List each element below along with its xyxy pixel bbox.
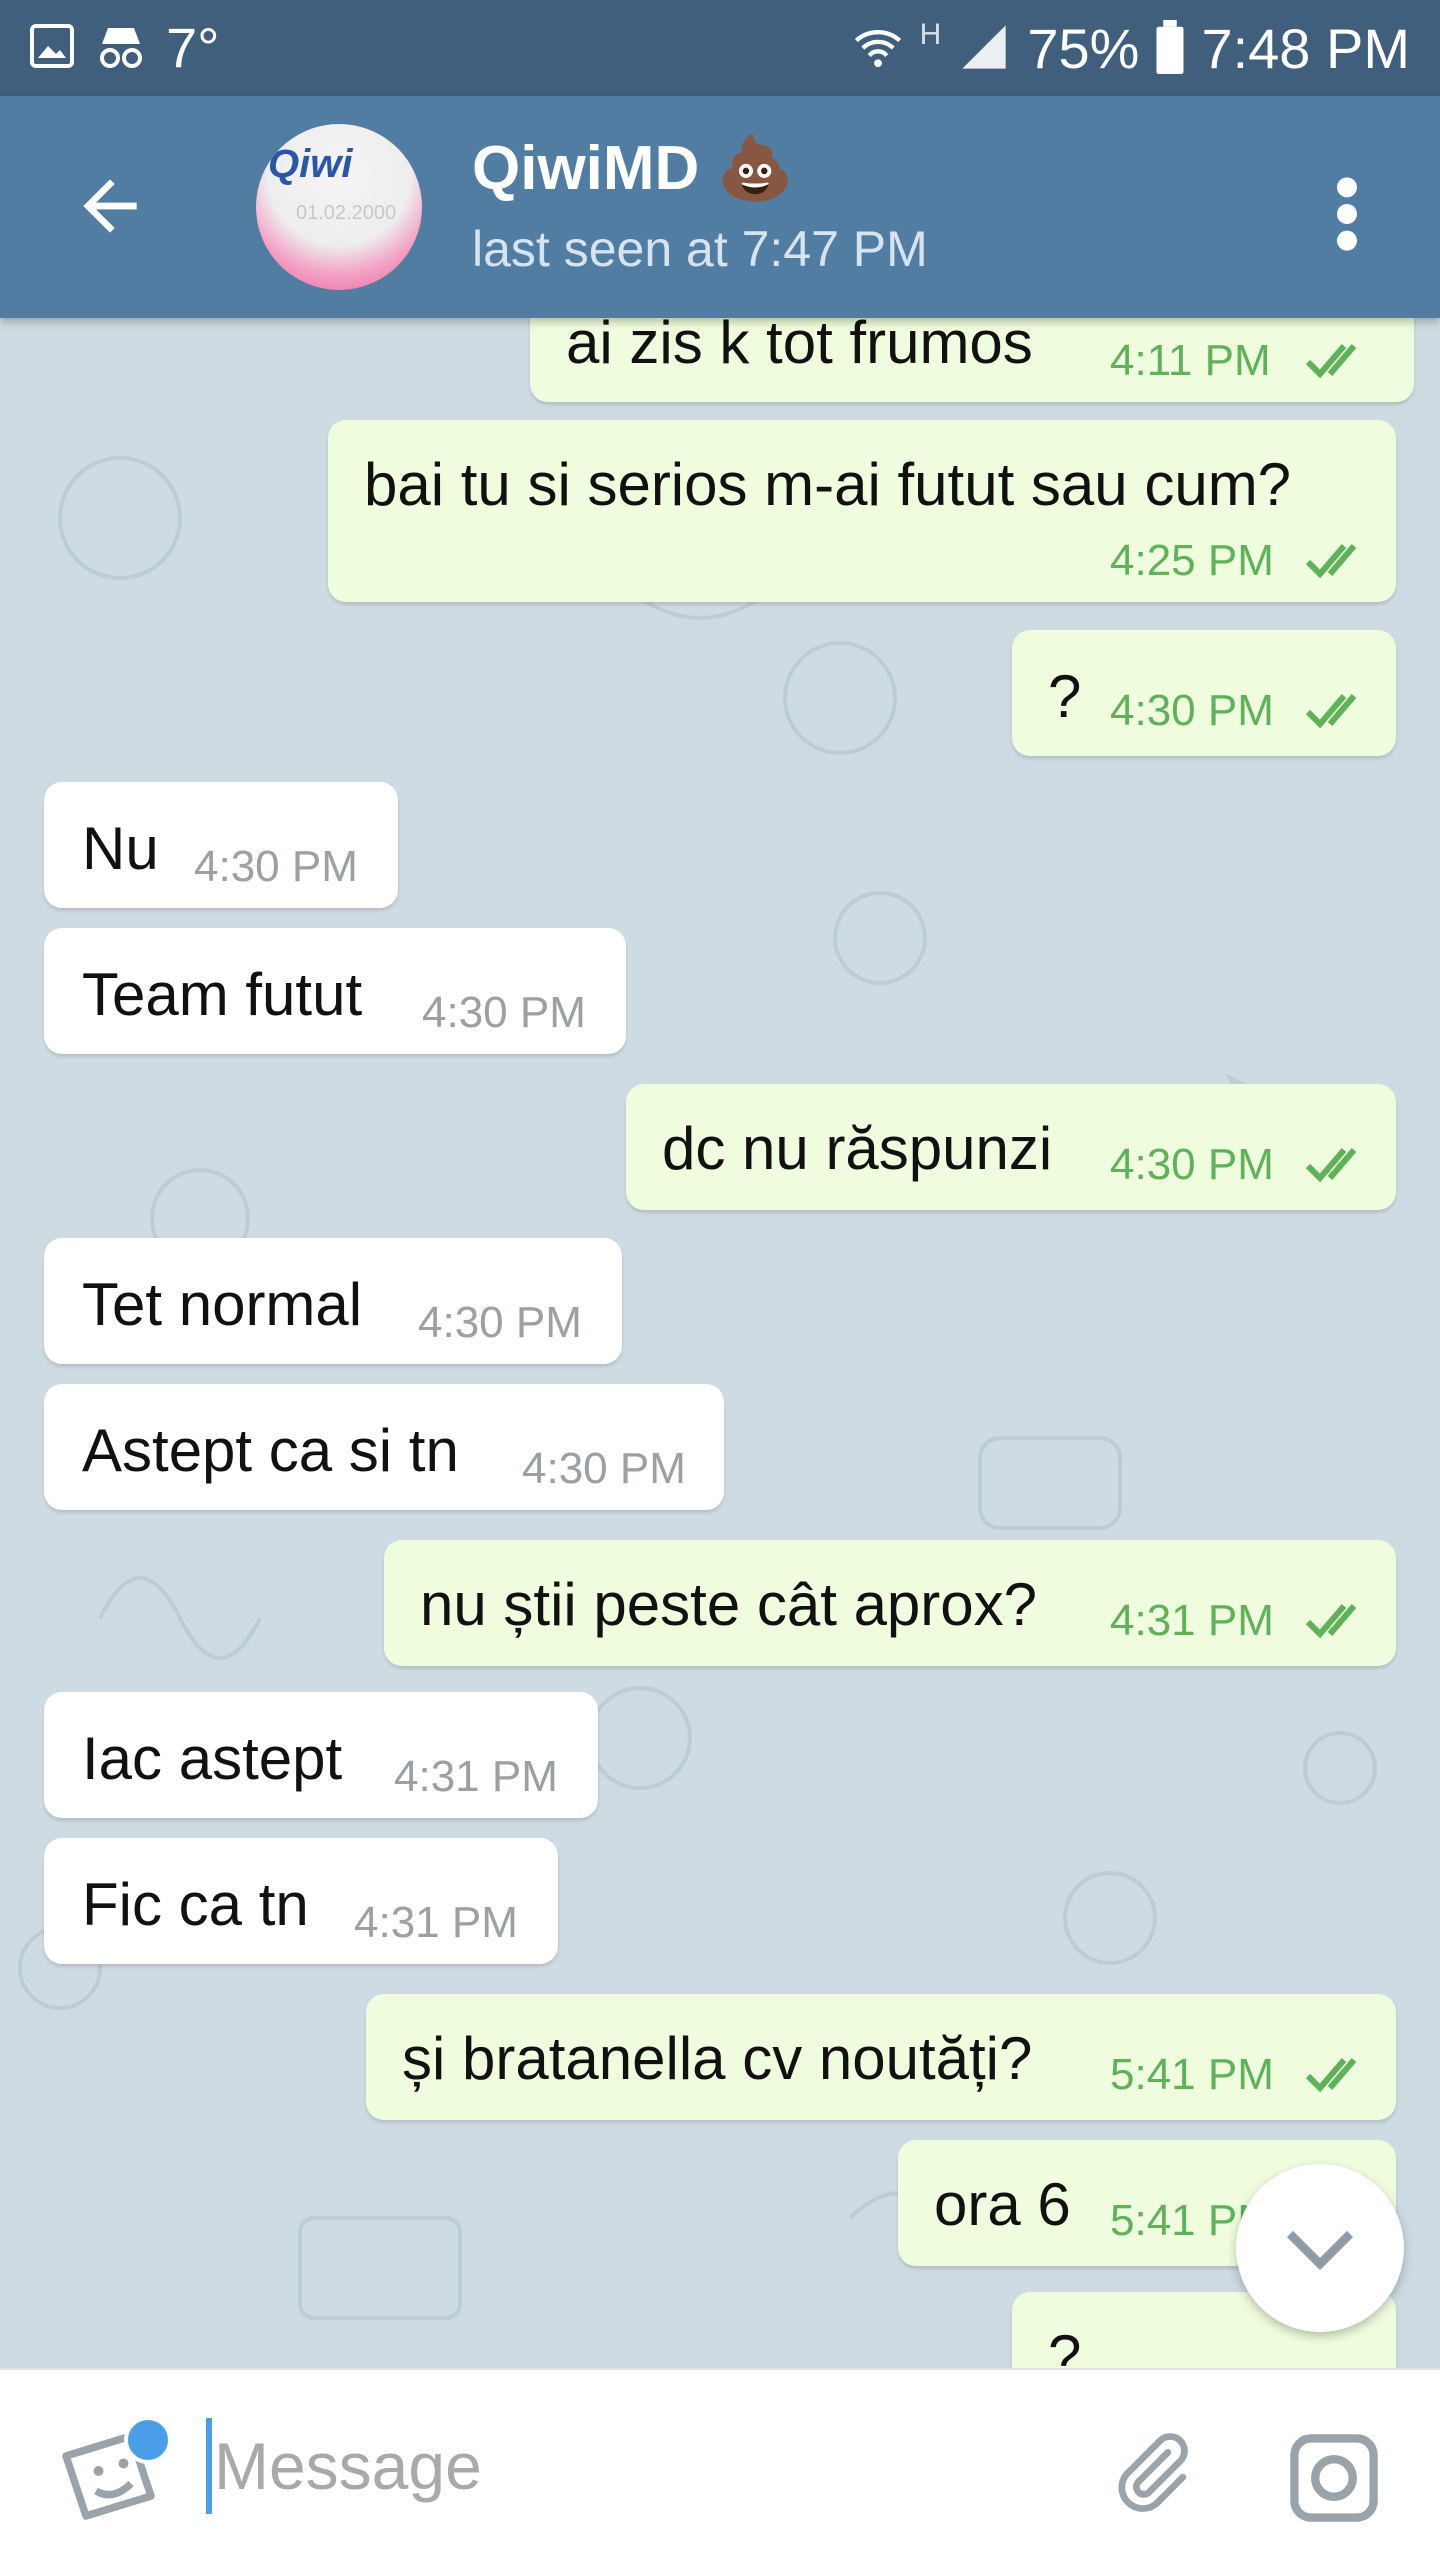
message-text: ? bbox=[1048, 2323, 1082, 2368]
contact-name[interactable]: QiwiMD 💩 bbox=[472, 132, 794, 205]
paperclip-icon[interactable] bbox=[1106, 2428, 1196, 2518]
message-time: 4:25 PM bbox=[1110, 536, 1274, 585]
message-text: Tet normal bbox=[82, 1271, 363, 1338]
double-check-icon bbox=[1304, 2054, 1370, 2099]
battery-icon bbox=[1155, 19, 1185, 79]
message-bubble-outgoing[interactable]: și bratanella cv noutăți? 5:41 PM bbox=[366, 1994, 1396, 2120]
message-text: Astept ca si tn bbox=[82, 1417, 459, 1484]
message-list[interactable]: ai zis k tot frumos 4:11 PM bai tu si se… bbox=[0, 318, 1440, 2368]
message-time: 4:30 PM bbox=[1110, 1140, 1274, 1189]
message-time: 4:31 PM bbox=[1110, 1596, 1274, 1645]
message-text: și bratanella cv noutăți? bbox=[402, 2025, 1033, 2092]
battery-percent: 75% bbox=[1027, 17, 1140, 80]
message-time: 4:30 PM bbox=[194, 842, 358, 891]
message-bubble-incoming[interactable]: Astept ca si tn 4:30 PM bbox=[44, 1384, 724, 1510]
message-bubble-outgoing[interactable]: ? 4:30 PM bbox=[1012, 630, 1396, 756]
message-bubble-incoming[interactable]: Team futut 4:30 PM bbox=[44, 928, 626, 1054]
clock: 7:48 PM bbox=[1201, 17, 1410, 80]
message-text: Nu bbox=[82, 815, 159, 882]
message-time: 4:30 PM bbox=[418, 1298, 582, 1347]
notification-dot bbox=[124, 2416, 172, 2464]
message-bubble-outgoing[interactable]: bai tu si serios m-ai futut sau cum? 4:2… bbox=[328, 420, 1396, 602]
avatar-date: 01.02.2000 bbox=[296, 202, 397, 224]
message-bubble-incoming[interactable]: Iac astept 4:31 PM bbox=[44, 1692, 598, 1818]
message-text: ? bbox=[1048, 663, 1082, 730]
message-bubble-incoming[interactable]: Fic ca tn 4:31 PM bbox=[44, 1838, 558, 1964]
chat-header: Qiwi 01.02.2000 QiwiMD 💩 last seen at 7:… bbox=[0, 96, 1440, 318]
message-text: bai tu si serios m-ai futut sau cum? bbox=[364, 451, 1292, 518]
last-seen-status: last seen at 7:47 PM bbox=[472, 221, 928, 277]
message-bubble-outgoing[interactable]: dc nu răspunzi 4:30 PM bbox=[626, 1084, 1396, 1210]
double-check-icon bbox=[1304, 340, 1370, 385]
message-composer: Message bbox=[0, 2368, 1440, 2562]
double-check-icon bbox=[1304, 540, 1370, 585]
message-bubble-incoming[interactable]: Nu 4:30 PM bbox=[44, 782, 398, 908]
message-time: 4:31 PM bbox=[354, 1898, 518, 1947]
chevron-down-icon bbox=[1280, 2214, 1360, 2289]
status-bar: 7° H 75% 7:48 PM bbox=[0, 0, 1440, 96]
double-check-icon bbox=[1304, 1600, 1370, 1645]
back-arrow-icon[interactable] bbox=[70, 166, 150, 246]
message-bubble-outgoing[interactable]: nu știi peste cât aprox? 4:31 PM bbox=[384, 1540, 1396, 1666]
temperature: 7° bbox=[166, 16, 220, 79]
signal-icon bbox=[957, 21, 1011, 78]
message-text: dc nu răspunzi bbox=[662, 1115, 1053, 1182]
message-bubble-incoming[interactable]: Tet normal 4:30 PM bbox=[44, 1238, 622, 1364]
message-text: ora 6 bbox=[934, 2171, 1071, 2238]
more-vert-icon[interactable] bbox=[1332, 174, 1362, 254]
text-cursor bbox=[206, 2418, 212, 2514]
message-text: Iac astept bbox=[82, 1725, 343, 1792]
incognito-icon bbox=[94, 22, 148, 75]
message-text: nu știi peste cât aprox? bbox=[420, 1571, 1038, 1638]
double-check-icon bbox=[1304, 690, 1370, 735]
message-time: 4:30 PM bbox=[422, 988, 586, 1037]
wifi-icon bbox=[852, 21, 904, 78]
network-type: H bbox=[919, 18, 942, 51]
message-time: 4:11 PM bbox=[1110, 336, 1271, 385]
message-time: 4:30 PM bbox=[522, 1444, 686, 1493]
avatar-logo: Qiwi bbox=[268, 142, 353, 186]
message-text: Fic ca tn bbox=[82, 1871, 309, 1938]
message-input[interactable]: Message bbox=[214, 2428, 482, 2504]
scroll-down-button[interactable] bbox=[1236, 2164, 1404, 2332]
message-time: 4:31 PM bbox=[394, 1752, 558, 1801]
message-time: 4:30 PM bbox=[1110, 686, 1274, 735]
image-icon bbox=[28, 22, 76, 75]
avatar[interactable]: Qiwi 01.02.2000 bbox=[256, 124, 422, 290]
double-check-icon bbox=[1304, 1144, 1370, 1189]
message-time: 5:41 PM bbox=[1110, 2050, 1274, 2099]
message-text: ai zis k tot frumos bbox=[566, 318, 1033, 376]
message-text: Team futut bbox=[82, 961, 363, 1028]
camera-icon[interactable] bbox=[1284, 2428, 1384, 2528]
message-bubble-outgoing[interactable]: ai zis k tot frumos 4:11 PM bbox=[530, 318, 1414, 402]
